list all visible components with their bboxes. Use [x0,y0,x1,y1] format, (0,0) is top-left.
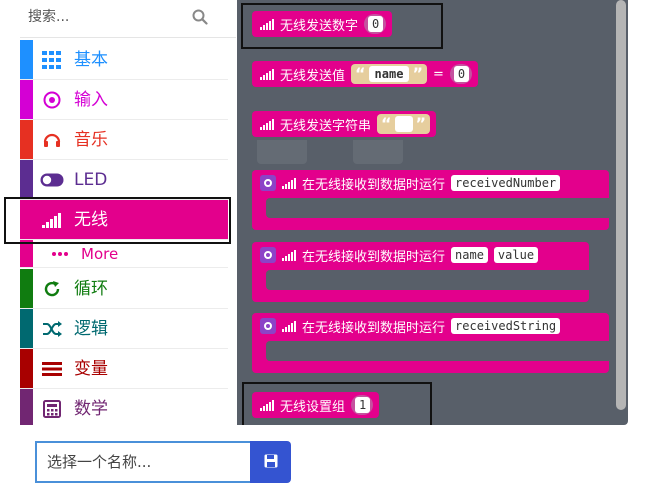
search-bar [20,0,236,38]
shuffle-icon [40,318,64,340]
open-quote-icon: “ [381,114,392,133]
ghost-block-shadow [257,140,307,164]
category-label: More [81,245,119,263]
category-label: 基本 [74,50,108,70]
category-label: 逻辑 [74,319,108,339]
floppy-disk-icon [264,453,278,472]
number-value[interactable]: 0 [453,66,470,82]
category-label: LED [74,170,108,190]
highlight-box-set-group [242,382,432,425]
category-radio-more[interactable]: More [20,240,228,268]
category-label: 输入 [74,90,108,110]
close-quote-icon: ” [412,64,423,83]
category-label: 循环 [74,279,108,299]
category-math[interactable]: 数学 [20,389,228,425]
param-received-string[interactable]: receivedString [451,318,561,334]
grid-icon [40,49,64,71]
block-label: 无线发送值 [280,68,346,84]
category-loops[interactable]: 循环 [20,269,228,309]
gear-icon[interactable] [260,247,276,263]
open-quote-icon: “ [355,64,366,83]
category-led[interactable]: LED [20,160,228,200]
calculator-icon [40,398,64,420]
category-label: 音乐 [74,130,108,150]
block-mouth [266,341,609,361]
highlight-box-send-number [241,3,443,49]
loop-icon [40,278,64,300]
block-label: 在无线接收到数据时运行 [302,320,446,336]
block-mouth [266,270,589,290]
gear-icon[interactable] [260,175,276,191]
category-color-bar [20,160,33,199]
close-quote-icon: ” [415,114,427,133]
search-input[interactable] [28,6,188,28]
string-slot[interactable]: “” [377,114,431,134]
string-value[interactable] [394,116,413,132]
category-input[interactable]: 输入 [20,80,228,120]
ghost-block-shadow [353,140,403,164]
category-color-bar [20,40,33,79]
category-color-bar [20,349,33,388]
block-label: 在无线接收到数据时运行 [302,177,446,193]
category-color-bar [20,309,33,348]
category-color-bar [20,120,33,159]
target-icon [40,89,64,111]
signal-icon [260,118,274,130]
more-dots-icon [48,243,72,265]
category-label: 变量 [74,359,108,379]
param-value[interactable]: value [493,247,539,263]
category-music[interactable]: 音乐 [20,120,228,160]
block-label: 无线发送字符串 [280,118,372,134]
signal-icon [282,177,296,189]
block-mouth [266,198,609,218]
project-name-input[interactable] [35,441,250,483]
category-logic[interactable]: 逻辑 [20,309,228,349]
equals-sign: = [432,66,444,82]
highlight-box-radio-category [4,197,231,244]
string-slot[interactable]: “name” [351,64,427,84]
block-header: 在无线接收到数据时运行 name value [252,242,544,268]
signal-icon [282,249,296,261]
category-color-bar [20,269,33,308]
category-color-bar [20,80,33,119]
param-name[interactable]: name [451,247,488,263]
category-variables[interactable]: 变量 [20,349,228,389]
block-label: 在无线接收到数据时运行 [302,249,446,265]
category-label: 数学 [74,399,108,419]
bottom-bar [0,425,652,504]
category-color-bar [20,240,33,267]
save-button[interactable] [250,441,291,483]
gear-icon[interactable] [260,318,276,334]
search-icon[interactable] [188,5,212,29]
block-header: 在无线接收到数据时运行 receivedNumber [252,170,566,196]
toggle-icon [40,169,64,191]
signal-icon [260,68,274,80]
category-color-bar [20,389,33,425]
headphones-icon [40,129,64,151]
signal-icon [282,320,296,332]
block-header: 在无线接收到数据时运行 receivedString [252,313,566,339]
flyout-scrollbar[interactable] [616,0,626,410]
category-basic[interactable]: 基本 [20,40,228,80]
block-flyout: 无线发送数字 0 无线发送值 “name” = 0 无线发送字符串 “” 在无线… [237,0,628,425]
block-radio-send-value[interactable]: 无线发送值 “name” = 0 [252,61,478,87]
string-value[interactable]: name [368,66,410,82]
list-icon [40,358,64,380]
param-received-number[interactable]: receivedNumber [451,175,561,191]
number-slot[interactable]: 0 [449,64,472,84]
block-radio-send-string[interactable]: 无线发送字符串 “” [252,111,437,137]
